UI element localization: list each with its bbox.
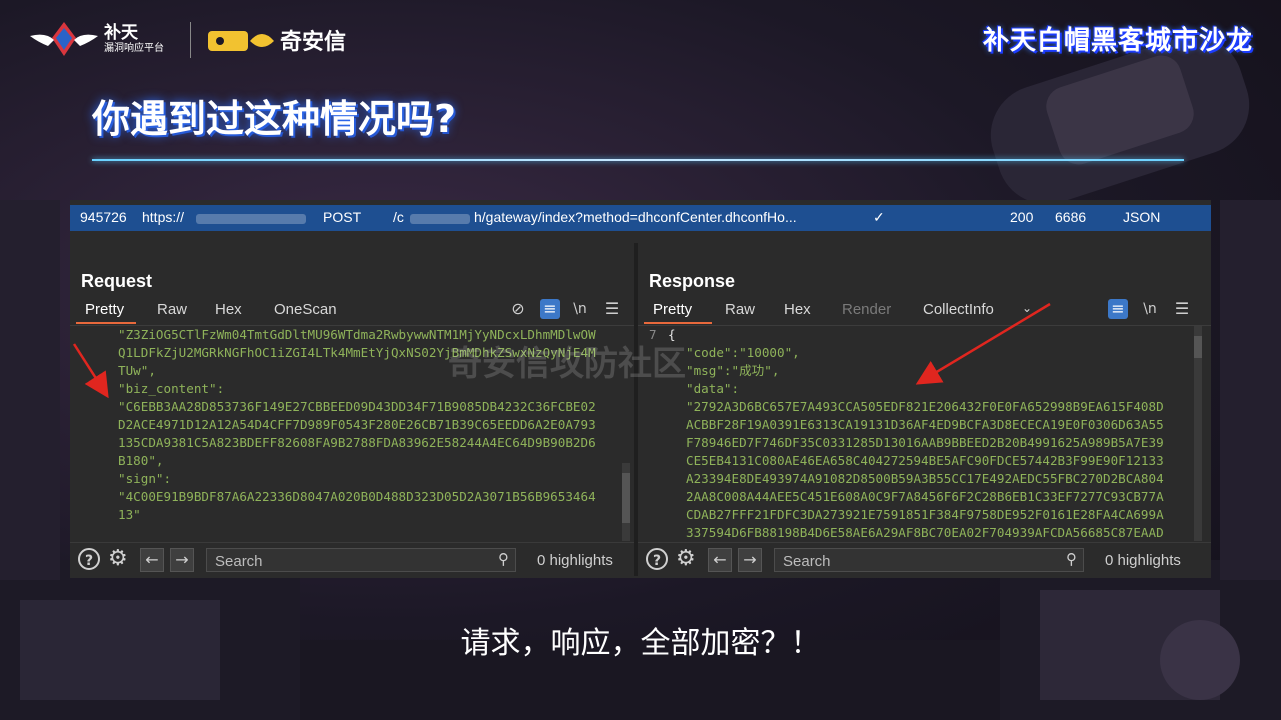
annotation-arrows: [72, 302, 1051, 399]
slide-caption: 请求，响应，全部加密？！: [460, 626, 821, 661]
arrow-request: [72, 343, 109, 399]
arrow-response: [915, 302, 1051, 385]
